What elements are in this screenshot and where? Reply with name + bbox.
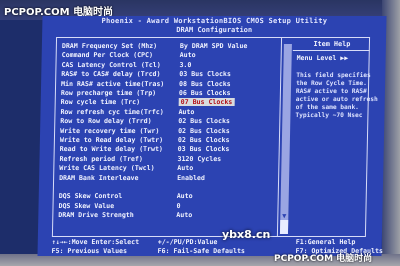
setting-value[interactable]: 08 Bus Clocks bbox=[179, 80, 231, 88]
help-line: the Row Cycle Time. bbox=[296, 80, 367, 87]
setting-label: DRAM Frequency Set (Mhz) bbox=[61, 42, 158, 50]
setting-label: Row precharge time (Trp) bbox=[60, 89, 157, 97]
setting-label: Command Per Clock (CPC) bbox=[61, 51, 154, 60]
item-help-header: Item Help bbox=[313, 40, 351, 48]
key-legend-failsafe: F6: Fail-Safe Defaults bbox=[157, 247, 246, 255]
setting-label: Read to Write delay (Trwt) bbox=[59, 145, 164, 154]
setting-value[interactable]: 3.0 bbox=[179, 61, 191, 69]
setting-value[interactable]: 06 Bus Clocks bbox=[179, 89, 231, 97]
settings-list: DRAM Frequency Set (Mhz) By DRAM SPD Valu… bbox=[55, 42, 281, 234]
help-line: This field specifies bbox=[296, 72, 371, 79]
help-line: of the same bank. bbox=[295, 104, 360, 111]
setting-value[interactable]: Auto bbox=[177, 164, 193, 172]
setting-value[interactable]: Auto bbox=[176, 211, 192, 219]
setting-label: CAS Latency Control (Tcl) bbox=[61, 60, 161, 69]
setting-label: DQS Skew Control bbox=[58, 192, 123, 201]
setting-value[interactable]: Auto bbox=[178, 108, 194, 116]
watermark-bottom: PCPOP.COM 电脑时尚 bbox=[274, 254, 373, 264]
bios-screen: Phoenix - Award WorkstationBIOS CMOS Set… bbox=[37, 16, 387, 256]
key-legend-help: F1:General Help bbox=[295, 238, 356, 246]
setting-label: Write CAS Latency (Twcl) bbox=[59, 164, 155, 173]
setting-value[interactable]: 02 Bus Clocks bbox=[178, 136, 230, 144]
setting-value[interactable]: By DRAM SPD Value bbox=[180, 42, 248, 50]
setting-value[interactable]: 02 Bus Clocks bbox=[178, 127, 230, 135]
help-separator bbox=[292, 50, 370, 51]
setting-label: Row cycle time (Trc) bbox=[60, 98, 141, 107]
setting-value[interactable]: 02 Bus Clocks bbox=[178, 117, 230, 125]
key-legend-previous: F5: Previous Values bbox=[51, 247, 128, 255]
setting-label: Row refresh cyc time(Trfc) bbox=[60, 107, 164, 116]
setting-value[interactable]: 03 Bus Clocks bbox=[178, 145, 230, 153]
watermark-middle: ybx8.cn bbox=[222, 228, 271, 241]
settings-frame: DRAM Frequency Set (Mhz) By DRAM SPD Valu… bbox=[51, 37, 378, 237]
scroll-down-arrow-icon[interactable]: ▼ bbox=[280, 212, 288, 220]
setting-value[interactable]: 03 Bus Clocks bbox=[179, 70, 231, 78]
setting-label: Min RAS# active time(Tras) bbox=[61, 79, 165, 88]
help-line: RAS# active to RAS# bbox=[295, 88, 367, 95]
setting-label: Refresh period (Tref) bbox=[59, 154, 143, 163]
key-legend-value: +/-/PU/PD:Value bbox=[157, 238, 218, 246]
key-legend-move: ↑↓→←:Move Enter:Select bbox=[51, 238, 140, 246]
settings-scrollbar[interactable]: ▼ bbox=[279, 44, 292, 234]
setting-value[interactable]: Auto bbox=[180, 51, 196, 59]
setting-value[interactable]: Enabled bbox=[177, 174, 205, 182]
setting-value[interactable]: 0 bbox=[176, 202, 180, 210]
help-line: Typically ~70 Nsec bbox=[295, 112, 363, 119]
setting-label: DRAM Drive Strength bbox=[58, 211, 134, 220]
menu-level: Menu Level ▶▶ bbox=[296, 54, 349, 62]
bios-title: Phoenix - Award WorkstationBIOS CMOS Set… bbox=[101, 17, 328, 25]
setting-value[interactable]: Auto bbox=[177, 192, 193, 200]
setting-label: Write to Read delay (Twtr) bbox=[59, 136, 164, 144]
help-line: active or auto refresh bbox=[295, 96, 378, 103]
setting-label: DQS Skew Value bbox=[58, 201, 115, 210]
setting-value[interactable]: 3120 Cycles bbox=[177, 155, 221, 163]
setting-label: Write recovery time (Twr) bbox=[60, 126, 160, 135]
setting-label: RAS# to CAS# delay (Trcd) bbox=[61, 70, 161, 79]
bios-subtitle: DRAM Configuration bbox=[176, 26, 253, 34]
scroll-thumb[interactable] bbox=[279, 220, 289, 234]
setting-value[interactable]: 07 Bus Clocks bbox=[178, 98, 235, 107]
setting-label: Row to Row delay (Trrd) bbox=[60, 117, 152, 126]
setting-label: DRAM Bank Interleave bbox=[59, 173, 139, 182]
